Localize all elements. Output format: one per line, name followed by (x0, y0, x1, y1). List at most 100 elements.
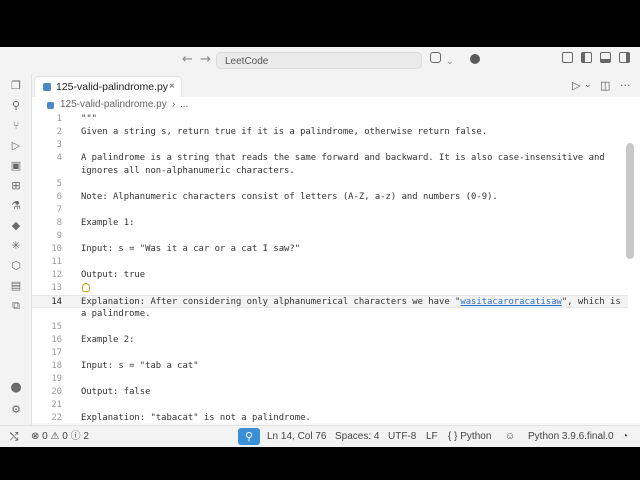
code-line: 10 Input: s = "Was it a car or a cat I sa… (32, 243, 628, 256)
accounts-icon[interactable]: ● (10, 381, 22, 394)
code-line: a palindrome. (32, 308, 628, 321)
toggle-panel-icon[interactable] (600, 52, 611, 63)
code-editor[interactable]: 1 """ 2 Given a string s, return true if i… (32, 113, 640, 423)
code-line: 4 A palindrome is a string that reads the… (32, 152, 628, 165)
language-mode[interactable]: { } Python (448, 426, 491, 447)
code-line: 5 (32, 178, 628, 191)
line-text: Input: s = "Was it a car or a cat I saw?… (81, 244, 301, 254)
end-of-line[interactable]: LF (426, 426, 438, 447)
python-icon[interactable]: ◆ (10, 220, 22, 232)
line-number: 5 (56, 179, 62, 189)
settings-icon[interactable]: ⚙ (10, 404, 22, 416)
line-number: 10 (51, 244, 62, 254)
run-dropdown-icon[interactable]: ⌄ (584, 80, 592, 90)
code-line: 15 (32, 321, 628, 334)
cursor-position[interactable]: Ln 14, Col 76 (267, 426, 327, 447)
status-bar: ⤭ ⊗ 0 ⚠ 0 ⓘ 2 ⚲ Ln 14, Col 76 Spaces: 4 … (0, 425, 640, 447)
search-icon[interactable]: ⚲ (238, 428, 260, 445)
command-center[interactable]: LeetCode (216, 52, 422, 69)
database-icon[interactable]: ▤ (10, 280, 22, 292)
code-line: 8 Example 1: (32, 217, 628, 230)
code-line: 11 (32, 256, 628, 269)
code-line: 22 Explanation: "tabacat" is not a palind… (32, 412, 628, 423)
close-icon[interactable]: × (169, 77, 175, 97)
title-bar: ← → LeetCode ⌄ (0, 47, 640, 75)
split-editor-icon[interactable]: ◫ (600, 79, 610, 92)
code-line: 9 (32, 230, 628, 243)
code-line: 18 Input: s = "tab a cat" (32, 360, 628, 373)
line-number: 12 (51, 270, 62, 280)
leetcode-icon[interactable]: ✳ (10, 240, 22, 252)
testing-icon[interactable]: ⚗ (10, 200, 22, 212)
language-label: Python (460, 431, 492, 442)
line-number: 22 (51, 413, 62, 423)
vertical-scrollbar[interactable] (626, 143, 634, 259)
line-text: Example 2: (81, 335, 135, 345)
line-text: A palindrome is a string that reads the … (81, 153, 605, 163)
code-line: 21 (32, 399, 628, 412)
remote-indicator-icon[interactable]: ⤭ (0, 426, 28, 447)
code-line: 13 (32, 282, 628, 295)
search-icon[interactable]: ⚲ (10, 100, 22, 112)
line-number: 2 (56, 127, 62, 137)
layout-customize-icon[interactable] (562, 52, 573, 63)
line-number: 11 (51, 257, 62, 267)
line-number: 4 (56, 153, 62, 163)
source-control-icon[interactable]: ⑂ (10, 120, 22, 132)
notifications-icon[interactable]: ◔ (622, 426, 628, 447)
line-number: 21 (51, 400, 62, 410)
line-text: Note: Alphanumeric characters consist of… (81, 192, 498, 202)
code-line: 7 (32, 204, 628, 217)
back-arrow-icon[interactable]: ← (182, 53, 193, 67)
braces-icon: { } (448, 431, 458, 442)
forward-arrow-icon[interactable]: → (200, 53, 211, 67)
error-icon: ⊗ (31, 431, 40, 442)
run-debug-icon[interactable]: ▷ (10, 140, 22, 152)
line-text-suffix: ", which is (561, 297, 621, 307)
code-line: 12 Output: true (32, 269, 628, 282)
command-center-label: LeetCode (225, 56, 269, 67)
extensions-view-icon[interactable]: ⧉ (10, 300, 22, 312)
chevron-down-icon[interactable]: ⌄ (446, 55, 454, 69)
code-line: 17 (32, 347, 628, 360)
toggle-primary-sidebar-icon[interactable] (581, 52, 592, 63)
vscode-window: ← → LeetCode ⌄ ❐ ⚲ ⑂ ▷ ▣ ⊞ ⚗ ◆ ✳ ⬡ ▤ ⧉ ●… (0, 47, 640, 447)
python-interpreter[interactable]: Python 3.9.6.final.0 (528, 426, 614, 447)
breadcrumb-file[interactable]: 125-valid-palindrome.py (60, 97, 167, 113)
code-line: 16 Example 2: (32, 334, 628, 347)
line-number: 8 (56, 218, 62, 228)
python-file-icon (47, 102, 54, 109)
line-number: 19 (51, 374, 62, 384)
tab-label: 125-valid-palindrome.py (56, 81, 169, 93)
explorer-icon[interactable]: ❐ (10, 80, 22, 92)
lightbulb-icon[interactable] (82, 283, 90, 292)
code-line: 19 (32, 373, 628, 386)
code-line: ignores all non-alphanumeric characters. (32, 165, 628, 178)
copilot-status-icon[interactable]: ☺ (505, 426, 515, 447)
code-line-current: 14 Explanation: After considering only al… (32, 295, 628, 308)
breadcrumb-more[interactable]: ... (180, 97, 188, 113)
indentation[interactable]: Spaces: 4 (335, 426, 379, 447)
code-line: 1 """ (32, 113, 628, 126)
problems-indicator[interactable]: ⊗ 0 ⚠ 0 ⓘ 2 (31, 426, 89, 447)
line-number: 20 (51, 387, 62, 397)
line-number: 3 (56, 140, 62, 150)
info-icon: ⓘ (70, 431, 81, 442)
encoding[interactable]: UTF-8 (388, 426, 416, 447)
spellcheck-highlight[interactable]: wasitacaroracatisaw (460, 297, 562, 307)
docker-icon[interactable]: ⬡ (10, 260, 22, 272)
code-line: 6 Note: Alphanumeric characters consist o… (32, 191, 628, 204)
run-python-file-icon[interactable]: ▷ (572, 79, 580, 92)
toggle-secondary-sidebar-icon[interactable] (619, 52, 630, 63)
activity-bar: ❐ ⚲ ⑂ ▷ ▣ ⊞ ⚗ ◆ ✳ ⬡ ▤ ⧉ ● ⚙ (0, 74, 32, 447)
code-line: 20 Output: false (32, 386, 628, 399)
remote-explorer-icon[interactable]: ▣ (10, 160, 22, 172)
account-icon[interactable] (470, 54, 480, 64)
tab-125-valid-palindrome[interactable]: 125-valid-palindrome.py × (34, 76, 182, 97)
line-number: 18 (51, 361, 62, 371)
line-number: 15 (51, 322, 62, 332)
copilot-icon[interactable] (430, 52, 441, 63)
more-actions-icon[interactable]: ··· (620, 79, 631, 92)
extensions-icon[interactable]: ⊞ (10, 180, 22, 192)
line-number: 1 (56, 114, 62, 124)
